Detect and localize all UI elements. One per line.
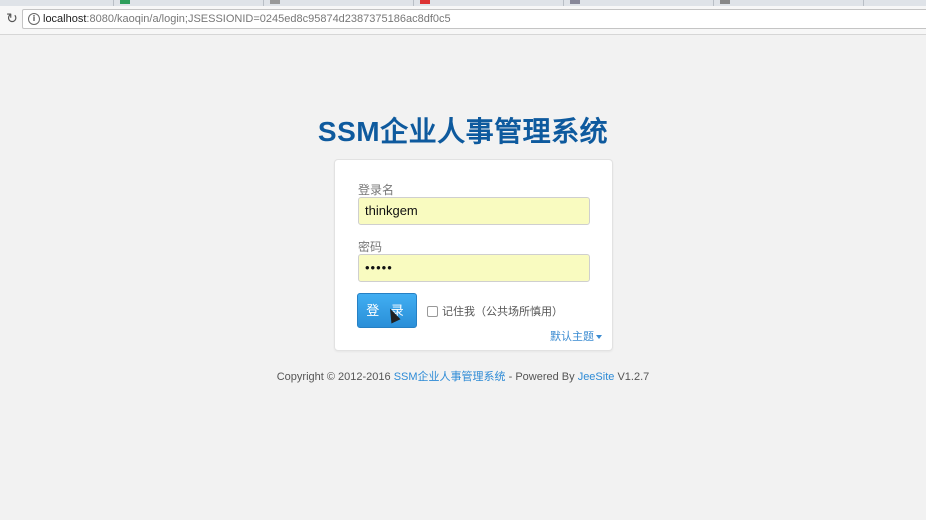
browser-toolbar: ↻ i localhost:8080/kaoqin/a/login;JSESSI… <box>0 6 926 35</box>
theme-label: 默认主题 <box>550 331 594 343</box>
login-button[interactable]: 登 录 <box>357 293 417 328</box>
url-text[interactable]: localhost:8080/kaoqin/a/login;JSESSIONID… <box>43 12 451 26</box>
powered-by-text: - Powered By <box>505 371 578 383</box>
remember-me-checkbox[interactable] <box>427 306 438 317</box>
system-link[interactable]: SSM企业人事管理系统 <box>394 371 506 383</box>
jeesite-link[interactable]: JeeSite <box>578 371 615 383</box>
page-title: SSM企业人事管理系统 <box>317 116 609 147</box>
caret-down-icon <box>596 335 602 340</box>
tab-favicon-icon <box>120 0 130 4</box>
username-label: 登录名 <box>358 183 395 197</box>
info-icon[interactable]: i <box>28 13 40 25</box>
footer: Copyright © 2012-2016 SSM企业人事管理系统 - Powe… <box>0 368 926 384</box>
reload-icon[interactable]: ↻ <box>3 10 21 28</box>
remember-me-label[interactable]: 记住我（公共场所慎用） <box>442 303 563 319</box>
url-host: localhost <box>43 13 87 25</box>
username-field[interactable]: thinkgem <box>358 197 590 225</box>
tab-favicon-icon <box>570 0 580 4</box>
password-field[interactable]: ••••• <box>358 254 590 282</box>
password-label: 密码 <box>358 240 383 254</box>
version-text: V1.2.7 <box>614 371 650 383</box>
tab-favicon-icon <box>420 0 430 4</box>
theme-dropdown[interactable]: 默认主题 <box>550 328 602 344</box>
copyright-text: Copyright © 2012-2016 <box>276 371 394 383</box>
tab-favicon-icon <box>720 0 730 4</box>
tab-favicon-icon <box>270 0 280 4</box>
url-path: :8080/kaoqin/a/login;JSESSIONID=0245ed8c… <box>86 13 451 25</box>
address-bar[interactable]: i localhost:8080/kaoqin/a/login;JSESSION… <box>22 9 926 29</box>
login-form: 登录名 thinkgem 密码 ••••• 登 录 记住我（公共场所慎用） 默认… <box>334 159 613 351</box>
